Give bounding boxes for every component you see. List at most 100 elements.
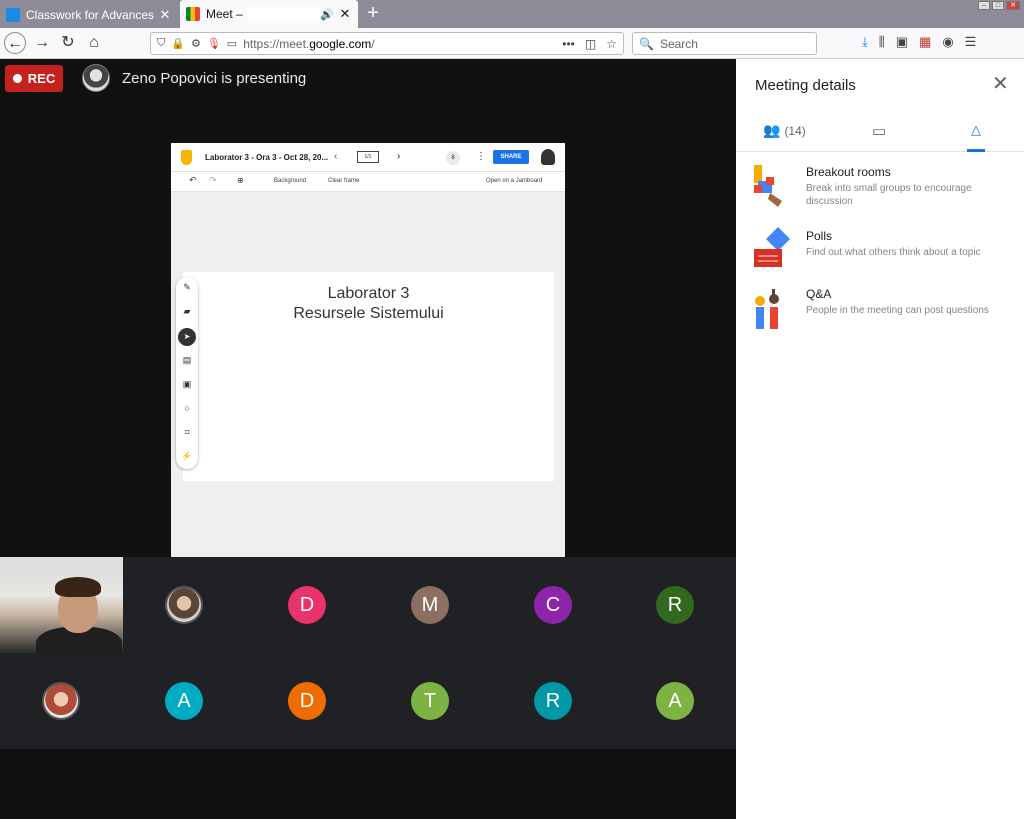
forward-icon[interactable]: → xyxy=(31,32,53,54)
open-in-jamboard-button: Open on a Jamboard xyxy=(486,178,543,184)
page-actions-icon[interactable]: ••• xyxy=(562,37,575,51)
jamboard-tools: ✎ ▰ ➤ ▤ ▣ ○ ⌗ ⚡ xyxy=(176,277,198,469)
tab-classwork[interactable]: Classwork for Advances in Con ✕ xyxy=(0,1,178,28)
polls-icon xyxy=(754,227,790,267)
tab-meet[interactable]: Meet – 🔊 ✕ xyxy=(180,0,358,28)
share-button: SHARE xyxy=(493,150,529,164)
participant-photo-avatar[interactable] xyxy=(165,586,203,624)
redacted-title xyxy=(246,7,321,21)
screen-share-icon[interactable]: ▭ xyxy=(227,37,237,50)
presentation-area: REC Zeno Popovici is presenting Laborato… xyxy=(0,59,736,557)
jamboard-title: Laborator 3 - Ora 3 - Oct 28, 20... xyxy=(205,153,329,162)
participant-avatar-c[interactable]: C xyxy=(534,586,572,624)
participant-avatar-a[interactable]: A xyxy=(656,682,694,720)
activity-name: Breakout rooms xyxy=(806,165,891,179)
maximize-icon[interactable]: □ xyxy=(992,1,1004,10)
toolbar-icons: ⤓ ⫼ ▣ ▦ ◉ ☰ xyxy=(862,34,976,50)
search-input[interactable]: 🔍 Search xyxy=(632,32,817,55)
participant-avatar-d[interactable]: D xyxy=(288,586,326,624)
permissions-icon[interactable]: ⚙ xyxy=(191,37,201,50)
close-tab-icon[interactable]: ✕ xyxy=(158,7,172,23)
participant-avatar-r[interactable]: R xyxy=(534,682,572,720)
image-icon: ▣ xyxy=(182,379,192,389)
activity-polls[interactable]: Polls Find out what others think about a… xyxy=(736,227,1024,287)
url-text[interactable]: https://meet.google.com/ xyxy=(243,37,562,51)
close-panel-icon[interactable]: ✕ xyxy=(992,74,1009,94)
recording-badge: REC xyxy=(5,65,63,92)
text-box-icon: ⌗ xyxy=(184,427,190,437)
canvas-line-2: Resursele Sistemului xyxy=(293,305,444,322)
participant-photo-avatar[interactable] xyxy=(42,682,80,720)
redo-icon: ↷ xyxy=(209,175,217,185)
rec-label: REC xyxy=(27,71,56,86)
participant-avatar-t[interactable]: T xyxy=(411,682,449,720)
activity-breakout-rooms[interactable]: Breakout rooms Break into small groups t… xyxy=(736,163,1024,223)
activity-description: People in the meeting can post questions xyxy=(806,305,989,316)
participant-video[interactable] xyxy=(0,557,123,653)
prev-frame-icon: ‹ xyxy=(334,151,338,162)
activities-icon: △ xyxy=(971,122,981,137)
back-icon[interactable]: ← xyxy=(4,32,26,54)
sidebar-icon[interactable]: ▣ xyxy=(896,34,908,50)
speaker-icon[interactable]: 🔊 xyxy=(320,8,334,21)
undo-icon: ↶ xyxy=(189,175,197,185)
tab-people[interactable]: 👥 (14) xyxy=(763,122,806,152)
panel-tabs: 👥 (14) ▭ △ xyxy=(736,114,1024,152)
close-tab-icon[interactable]: ✕ xyxy=(338,6,352,22)
eraser-icon: ▰ xyxy=(183,306,191,316)
select-icon: ➤ xyxy=(178,328,196,346)
participant-grid: D M C R A D T R A xyxy=(0,557,736,749)
activity-description: Find out what others think about a topic xyxy=(806,247,981,258)
next-frame-icon: › xyxy=(397,151,401,162)
lock-icon[interactable]: 🔒 xyxy=(171,37,185,50)
participant-avatar-r[interactable]: R xyxy=(656,586,694,624)
jamboard-toolbar: ↶ ↷ ⊕ Background Clear frame Open on a J… xyxy=(171,172,565,192)
bookmark-star-icon[interactable]: ☆ xyxy=(606,37,617,51)
sticky-note-icon: ▤ xyxy=(182,355,192,365)
jamboard-logo-icon xyxy=(181,150,192,165)
account-icon[interactable]: ◉ xyxy=(942,34,953,50)
pen-icon: ✎ xyxy=(183,282,191,292)
new-tab-button[interactable]: + xyxy=(362,3,384,23)
more-options-icon: ⋮ xyxy=(476,151,486,162)
activity-name: Polls xyxy=(806,229,833,243)
shape-icon: ○ xyxy=(184,403,190,413)
video-hair xyxy=(55,577,101,597)
canvas-text: Laborator 3 Resursele Sistemului xyxy=(183,284,554,324)
activity-qa[interactable]: Q&A People in the meeting can post quest… xyxy=(736,285,1024,345)
microphone-icon[interactable]: 🎙 xyxy=(207,37,221,50)
tab-chat[interactable]: ▭ xyxy=(872,122,886,152)
tab-title: Classwork for Advances in Con xyxy=(26,7,158,22)
window-controls: – □ ✕ xyxy=(978,1,1020,10)
address-bar[interactable]: ⛉ 🔒 ⚙ 🎙 ▭ https://meet.google.com/ ••• ◫… xyxy=(150,32,624,55)
activity-description: Break into small groups to encourage dis… xyxy=(806,183,972,207)
presenter-status: Zeno Popovici is presenting xyxy=(122,70,307,87)
activity-name: Q&A xyxy=(806,287,832,301)
participant-avatar-a[interactable]: A xyxy=(165,682,203,720)
presenter-avatar xyxy=(82,64,110,92)
clear-frame-button: Clear frame xyxy=(328,178,360,184)
search-placeholder: Search xyxy=(659,36,698,51)
tab-activities[interactable]: △ xyxy=(967,122,985,152)
download-icon[interactable]: ⤓ xyxy=(862,34,868,50)
meeting-details-panel: Meeting details ✕ 👥 (14) ▭ △ Breakout ro… xyxy=(736,59,1024,819)
background-button: Background xyxy=(274,178,307,184)
home-icon[interactable]: ⌂ xyxy=(83,32,105,54)
record-dot-icon xyxy=(12,74,22,83)
tab-title: Meet – xyxy=(206,7,243,21)
library-icon[interactable]: ⫼ xyxy=(879,34,885,50)
navigation-bar: ← → ↻ ⌂ ⛉ 🔒 ⚙ 🎙 ▭ https://meet.google.co… xyxy=(0,28,1024,59)
shield-icon[interactable]: ⛉ xyxy=(157,37,165,50)
participant-avatar-m[interactable]: M xyxy=(411,586,449,624)
minimize-icon[interactable]: – xyxy=(978,1,990,10)
panel-title: Meeting details xyxy=(755,77,856,94)
chat-icon: ▭ xyxy=(872,123,887,140)
menu-icon[interactable]: ☰ xyxy=(965,34,977,50)
extension-icon[interactable]: ▦ xyxy=(919,34,931,50)
reload-icon[interactable]: ↻ xyxy=(57,32,79,54)
participant-avatar-d[interactable]: D xyxy=(288,682,326,720)
pocket-icon[interactable]: ◫ xyxy=(585,37,596,51)
shared-screen[interactable]: Laborator 3 - Ora 3 - Oct 28, 20... ‹ 1/… xyxy=(171,143,565,557)
user-avatar xyxy=(541,149,555,165)
close-window-icon[interactable]: ✕ xyxy=(1006,1,1020,10)
